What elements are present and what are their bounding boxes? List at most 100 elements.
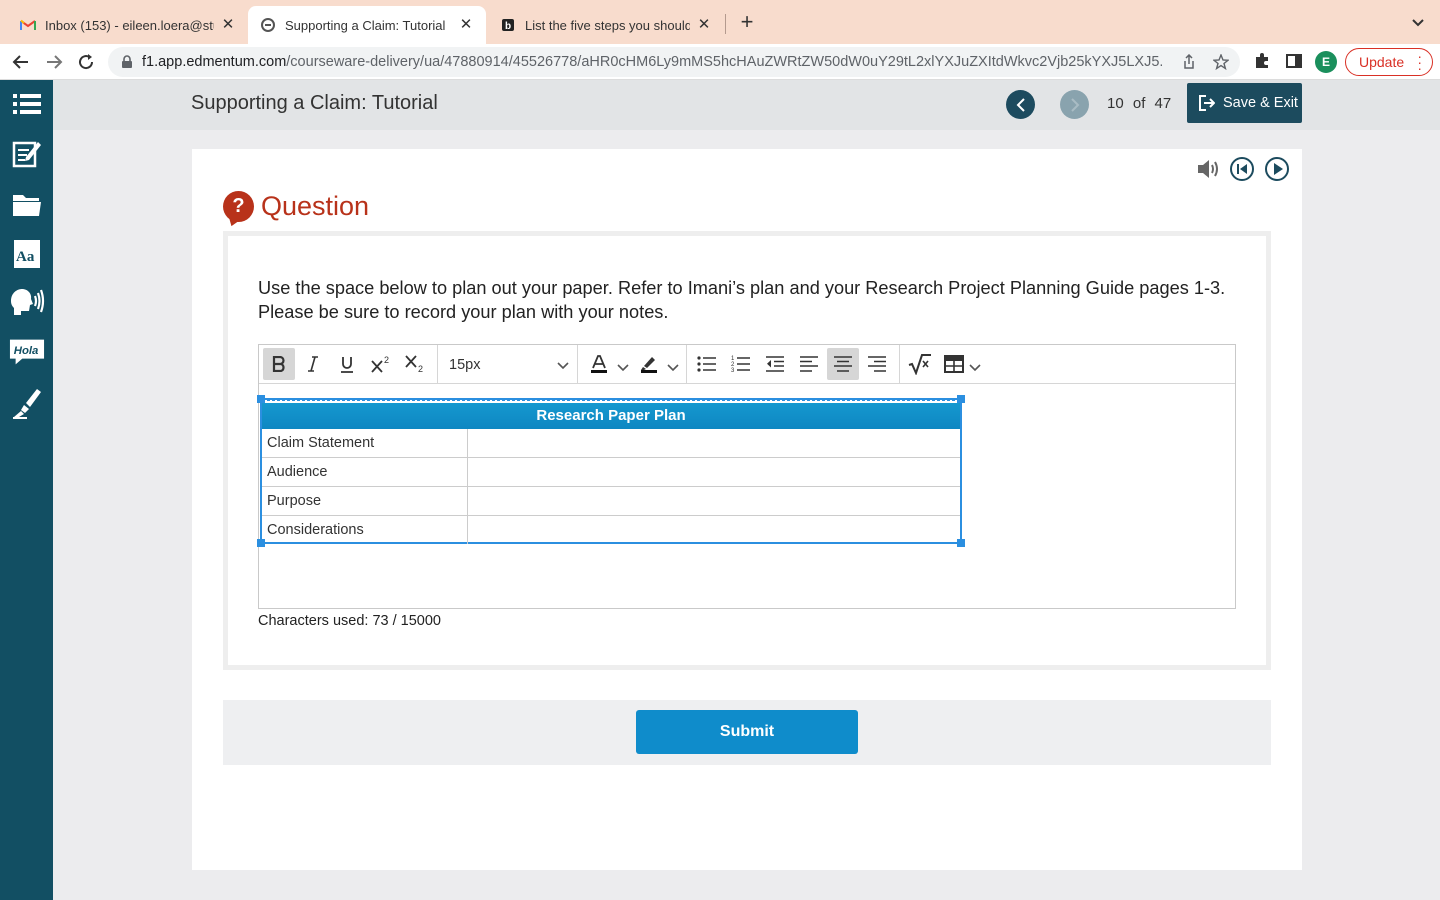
bold-icon xyxy=(272,356,285,372)
page-counter: 10 of 47 xyxy=(1107,95,1171,112)
lesson-header: Supporting a Claim: Tutorial 10 of 47 Sa… xyxy=(53,80,1440,130)
subscript-icon: 2 xyxy=(405,355,423,373)
tab-search-chevron-icon[interactable] xyxy=(1410,14,1426,30)
edmentum-icon xyxy=(260,17,276,33)
new-tab-plus-icon[interactable]: + xyxy=(736,11,758,34)
row-label[interactable]: Considerations xyxy=(262,516,468,544)
editor-toolbar: 2 2 15px 123 xyxy=(259,345,1235,384)
row-value[interactable] xyxy=(469,429,959,457)
more-vert-icon[interactable]: · · · xyxy=(1417,49,1422,75)
close-tab-icon[interactable]: ✕ xyxy=(458,17,474,33)
underline-icon xyxy=(341,356,353,373)
outdent-icon xyxy=(766,356,784,372)
chevron-left-icon xyxy=(1016,97,1025,112)
translate-text: Hola xyxy=(14,345,39,357)
highlighter-icon[interactable] xyxy=(9,385,45,421)
outdent-button[interactable] xyxy=(759,348,791,380)
notes-icon[interactable] xyxy=(9,135,45,171)
research-plan-table[interactable]: Research Paper Plan Claim Statement Audi… xyxy=(260,398,962,544)
numbered-list-icon: 123 xyxy=(731,356,750,373)
profile-avatar[interactable]: E xyxy=(1315,51,1337,73)
align-right-icon xyxy=(868,356,886,372)
insert-table-button[interactable] xyxy=(938,348,970,380)
chevron-down-icon[interactable] xyxy=(617,359,629,372)
table-row: Claim Statement xyxy=(262,429,960,458)
next-page-button[interactable] xyxy=(1060,90,1089,119)
lock-icon[interactable] xyxy=(120,55,134,69)
row-label[interactable]: Claim Statement xyxy=(262,429,468,457)
tool-sidebar: Aa Hola xyxy=(0,80,53,900)
folder-icon[interactable] xyxy=(9,186,45,222)
font-size-value: 15px xyxy=(449,357,481,373)
extensions-puzzle-icon[interactable] xyxy=(1253,52,1271,70)
tab-brainly-question[interactable]: b List the five steps you should t ✕ xyxy=(488,6,724,44)
lesson-title: Supporting a Claim: Tutorial xyxy=(191,92,438,114)
resize-handle-top-left[interactable] xyxy=(257,395,265,403)
share-icon[interactable] xyxy=(1181,53,1197,70)
translate-icon[interactable]: Hola xyxy=(9,334,45,370)
resize-handle-top-right[interactable] xyxy=(957,395,965,403)
submit-button[interactable]: Submit xyxy=(636,710,858,754)
address-bar[interactable]: f1.app.edmentum.com/courseware-delivery/… xyxy=(108,47,1240,77)
table-row: Audience xyxy=(262,458,960,487)
highlight-color-button[interactable] xyxy=(633,348,665,380)
tab-supporting-a-claim[interactable]: Supporting a Claim: Tutorial ✕ xyxy=(248,6,486,44)
row-label[interactable]: Audience xyxy=(262,458,468,486)
align-left-button[interactable] xyxy=(793,348,825,380)
equation-button[interactable] xyxy=(904,348,936,380)
chevron-down-icon[interactable] xyxy=(969,359,981,372)
align-right-button[interactable] xyxy=(861,348,893,380)
font-size-select[interactable]: 15px xyxy=(449,354,569,376)
italic-button[interactable] xyxy=(297,348,329,380)
volume-icon[interactable] xyxy=(1197,157,1221,181)
url-text: f1.app.edmentum.com/courseware-delivery/… xyxy=(142,54,1162,70)
dictionary-icon[interactable]: Aa xyxy=(9,236,45,272)
url-host: f1.app.edmentum.com xyxy=(142,54,287,70)
subscript-button[interactable]: 2 xyxy=(399,348,431,380)
menu-list-icon[interactable] xyxy=(9,86,45,122)
row-value[interactable] xyxy=(469,458,959,486)
underline-button[interactable] xyxy=(331,348,363,380)
url-path: /courseware-delivery/ua/47880914/4552677… xyxy=(286,54,1162,70)
svg-text:2: 2 xyxy=(384,355,389,365)
chevron-down-icon[interactable] xyxy=(667,359,679,372)
tab-gmail-inbox[interactable]: Inbox (153) - eileen.loera@stud ✕ xyxy=(8,6,248,44)
toolbar-divider xyxy=(899,345,900,384)
bold-button[interactable] xyxy=(263,348,295,380)
back-arrow-icon[interactable] xyxy=(9,50,33,74)
table-icon xyxy=(944,355,964,373)
bulleted-list-icon xyxy=(697,356,716,372)
numbered-list-button[interactable]: 123 xyxy=(725,348,757,380)
row-value[interactable] xyxy=(469,516,959,544)
exit-door-icon xyxy=(1199,95,1216,111)
superscript-button[interactable]: 2 xyxy=(365,348,397,380)
resize-handle-bottom-right[interactable] xyxy=(957,539,965,547)
row-value[interactable] xyxy=(469,487,959,515)
table-title: Research Paper Plan xyxy=(262,403,960,429)
row-label[interactable]: Purpose xyxy=(262,487,468,515)
question-prompt: Use the space below to plan out your pap… xyxy=(258,278,1226,322)
previous-page-button[interactable] xyxy=(1006,90,1035,119)
close-tab-icon[interactable]: ✕ xyxy=(220,17,236,33)
align-center-button[interactable] xyxy=(827,348,859,380)
highlighter-pen-icon xyxy=(641,357,657,373)
update-button[interactable]: Update · · · xyxy=(1345,48,1433,76)
close-tab-icon[interactable]: ✕ xyxy=(696,17,712,33)
browser-toolbar: f1.app.edmentum.com/courseware-delivery/… xyxy=(0,44,1440,80)
chevron-right-icon xyxy=(1070,97,1079,112)
play-audio-icon[interactable] xyxy=(1265,157,1289,181)
svg-text:Aa: Aa xyxy=(16,249,35,265)
side-panel-icon[interactable] xyxy=(1285,52,1303,70)
bulleted-list-button[interactable] xyxy=(691,348,723,380)
text-to-speech-icon[interactable] xyxy=(9,284,45,320)
font-color-button[interactable] xyxy=(583,348,615,380)
forward-arrow-icon[interactable] xyxy=(42,50,66,74)
resize-handle-bottom-left[interactable] xyxy=(257,539,265,547)
save-and-exit-button[interactable]: Save & Exit xyxy=(1187,83,1302,123)
reload-icon[interactable] xyxy=(74,50,98,74)
update-label: Update xyxy=(1359,54,1405,70)
tab-separator xyxy=(725,14,726,34)
restart-audio-icon[interactable] xyxy=(1230,157,1254,181)
bookmark-star-icon[interactable] xyxy=(1212,53,1230,71)
page-of: of xyxy=(1132,95,1146,112)
